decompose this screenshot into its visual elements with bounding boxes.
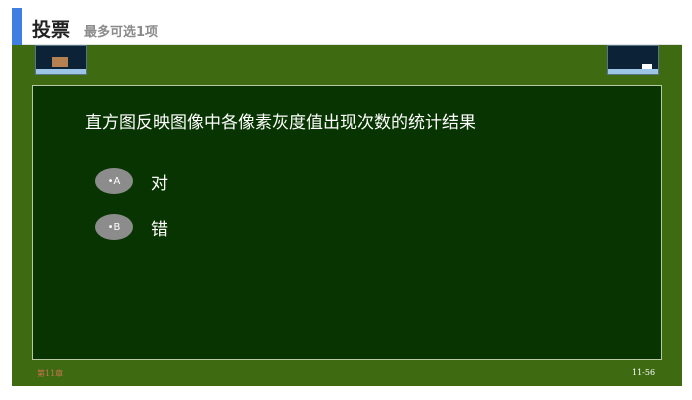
option-b-label[interactable]: 错 bbox=[151, 215, 168, 240]
option-b[interactable]: •B 错 bbox=[95, 214, 168, 240]
slide-thumbnail-right bbox=[607, 45, 659, 75]
vote-header: 投票 最多可选1项 bbox=[12, 8, 682, 45]
question-board: 直方图反映图像中各像素灰度值出现次数的统计结果 •A 对 •B 错 bbox=[32, 85, 662, 360]
option-a-label[interactable]: 对 bbox=[151, 169, 168, 194]
slide-thumbnail-left bbox=[35, 45, 87, 75]
option-b-badge[interactable]: •B bbox=[95, 214, 133, 240]
question-text: 直方图反映图像中各像素灰度值出现次数的统计结果 bbox=[85, 113, 476, 133]
page-number: 11-56 bbox=[632, 368, 656, 377]
vote-subtitle: 最多可选1项 bbox=[84, 25, 159, 40]
option-a-badge[interactable]: •A bbox=[95, 168, 133, 194]
slide: 直方图反映图像中各像素灰度值出现次数的统计结果 •A 对 •B 错 第11章 1… bbox=[12, 45, 682, 386]
header-accent-bar bbox=[12, 8, 22, 45]
chapter-label: 第11章 bbox=[37, 369, 64, 378]
option-a[interactable]: •A 对 bbox=[95, 168, 168, 194]
vote-title: 投票 bbox=[32, 19, 71, 41]
